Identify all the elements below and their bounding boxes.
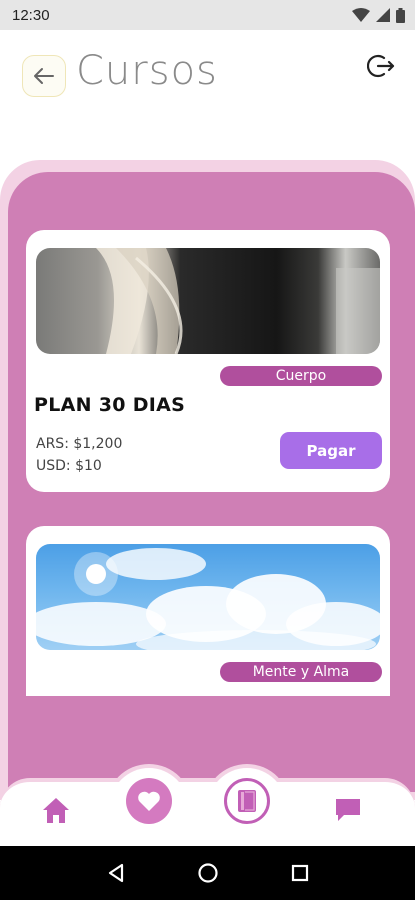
logout-icon <box>367 54 395 78</box>
nav-chat[interactable] <box>330 794 366 826</box>
logout-button[interactable] <box>365 50 397 82</box>
course-title: PLAN 30 DIAS <box>34 394 186 416</box>
recents-square-icon[interactable] <box>290 863 310 883</box>
course-image <box>36 544 380 650</box>
status-time: 12:30 <box>12 6 50 24</box>
category-tag: Cuerpo <box>220 366 382 386</box>
signal-icon <box>376 8 390 22</box>
back-triangle-icon[interactable] <box>105 862 127 884</box>
arrow-left-icon <box>34 68 54 84</box>
status-bar: 12:30 <box>0 0 415 30</box>
home-circle-icon[interactable] <box>197 862 219 884</box>
price-ars: ARS: $1,200 <box>36 436 123 452</box>
courses-panel[interactable]: Cuerpo PLAN 30 DIAS ARS: $1,200 USD: $10… <box>8 172 415 792</box>
price-usd: USD: $10 <box>36 458 102 474</box>
course-image <box>36 248 380 354</box>
heart-icon <box>138 791 160 811</box>
back-button[interactable] <box>22 55 66 97</box>
course-card[interactable]: Mente y Alma <box>26 526 390 696</box>
book-icon <box>238 790 256 812</box>
category-tag: Mente y Alma <box>220 662 382 682</box>
home-icon <box>43 798 69 823</box>
nav-favorites[interactable] <box>126 778 172 824</box>
pay-button[interactable]: Pagar <box>280 432 382 469</box>
chat-icon <box>336 799 360 821</box>
battery-icon <box>396 7 405 23</box>
nav-home[interactable] <box>38 792 74 828</box>
system-nav-bar <box>0 846 415 900</box>
course-card[interactable]: Cuerpo PLAN 30 DIAS ARS: $1,200 USD: $10… <box>26 230 390 492</box>
nav-courses[interactable] <box>224 778 270 824</box>
status-icons <box>352 7 405 23</box>
header: Cursos <box>0 30 415 140</box>
page-title: Cursos <box>76 48 218 94</box>
wifi-icon <box>352 8 370 22</box>
